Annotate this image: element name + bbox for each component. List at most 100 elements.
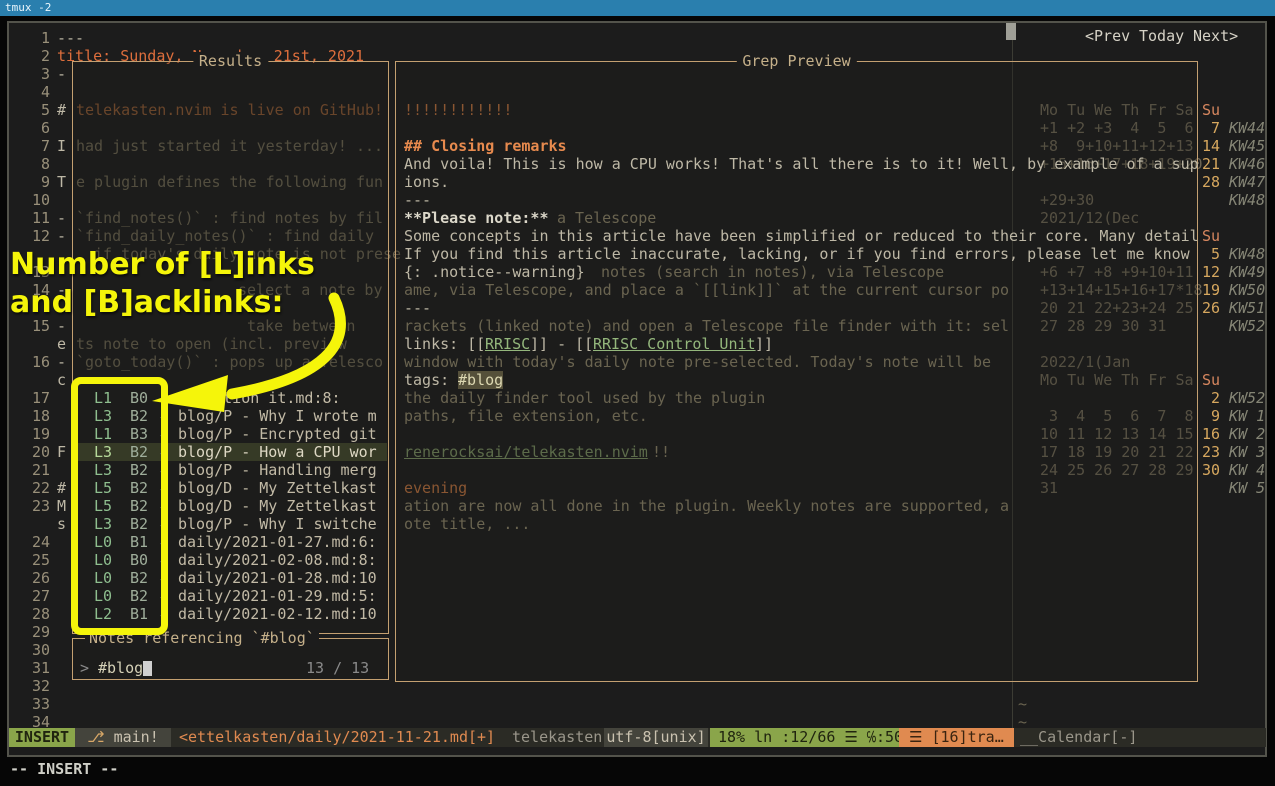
buffer-text-fragment: c bbox=[57, 371, 66, 389]
calendar-date[interactable]: 26 bbox=[1200, 299, 1220, 317]
calendar-week-number: KW 3 bbox=[1229, 443, 1265, 461]
backlinks-count: B2 bbox=[130, 569, 148, 587]
links-count: L1 bbox=[94, 389, 112, 407]
result-item[interactable]: L1B0⬇i mention it.md:8: bbox=[74, 389, 387, 407]
result-item[interactable]: L1B3⬇blog/P - Encrypted git bbox=[74, 425, 387, 443]
result-text: blog/D - My Zettelkast bbox=[178, 479, 377, 497]
result-item[interactable]: L0B2⬇daily/2021-01-28.md:10 bbox=[74, 569, 387, 587]
backlinks-count: B2 bbox=[130, 479, 148, 497]
calendar-week-number: KW 1 bbox=[1229, 407, 1265, 425]
preview-text: ation are now all done in the plugin. We… bbox=[404, 497, 1009, 515]
calendar-week-number: KW44 bbox=[1229, 119, 1265, 137]
links-count: L3 bbox=[94, 407, 112, 425]
line-number: 11 bbox=[22, 209, 50, 227]
calendar-date[interactable]: 9 bbox=[1200, 407, 1220, 425]
branch-name: main! bbox=[114, 728, 159, 746]
calendar-window-status: __Calendar[-] bbox=[1020, 728, 1137, 747]
line-number: 20 bbox=[22, 443, 50, 461]
preview-text: paths, file extension, etc. bbox=[404, 407, 648, 425]
result-text: daily/2021-02-08.md:8: bbox=[178, 551, 377, 569]
result-item[interactable]: L0B1⬇daily/2021-01-27.md:6: bbox=[74, 533, 387, 551]
result-text: daily/2021-01-27.md:6: bbox=[178, 533, 377, 551]
backlinks-count: B2 bbox=[130, 407, 148, 425]
preview-text: !! bbox=[652, 443, 670, 461]
buffer-text-fragment: M bbox=[57, 497, 66, 515]
line-number: 12 bbox=[22, 227, 50, 245]
preview-text: RRISC bbox=[485, 335, 530, 353]
prompt-window-title: Notes referencing `#blog` bbox=[85, 629, 319, 647]
calendar-date[interactable]: 21 bbox=[1200, 155, 1220, 173]
preview-window-title: Grep Preview bbox=[736, 52, 856, 70]
result-item[interactable]: L3B2⬇blog/P - Why I switche bbox=[74, 515, 387, 533]
buffer-indicator: ☰ [16]tra… bbox=[899, 728, 1014, 747]
line-number: 8 bbox=[22, 155, 50, 173]
calendar-week-number: KW52 bbox=[1229, 389, 1265, 407]
result-item[interactable]: L0B0⬇daily/2021-02-08.md:8: bbox=[74, 551, 387, 569]
calendar-date[interactable]: 23 bbox=[1200, 443, 1220, 461]
down-arrow-icon: ⬇ bbox=[158, 515, 167, 533]
backlinks-count: B2 bbox=[130, 587, 148, 605]
mode-indicator: INSERT bbox=[9, 728, 75, 747]
result-item[interactable]: L3B2⬇blog/P - Handling merg bbox=[74, 461, 387, 479]
line-number: 9 bbox=[22, 173, 50, 191]
line-number: 32 bbox=[22, 677, 50, 695]
down-arrow-icon: ⬇ bbox=[158, 533, 167, 551]
calendar-date[interactable]: 7 bbox=[1200, 119, 1220, 137]
result-text: daily/2021-01-28.md:10 bbox=[178, 569, 377, 587]
calendar-date[interactable]: 19 bbox=[1200, 281, 1220, 299]
calendar-today-button[interactable]: Today bbox=[1139, 27, 1184, 45]
search-input[interactable]: #blog bbox=[98, 659, 143, 677]
calendar-prev-button[interactable]: <Prev bbox=[1085, 27, 1130, 45]
links-count: L3 bbox=[94, 515, 112, 533]
backlinks-count: B1 bbox=[130, 533, 148, 551]
line-number: 1 bbox=[22, 29, 50, 47]
calendar-date[interactable]: 2 bbox=[1200, 389, 1220, 407]
result-item[interactable]: L3B2⬇blog/P - Why I wrote m bbox=[74, 407, 387, 425]
buffer-text-fragment: - bbox=[57, 227, 66, 245]
buffer-text-fragment: - bbox=[57, 353, 66, 371]
preview-text: ]] bbox=[755, 335, 773, 353]
calendar-next-button[interactable]: Next> bbox=[1193, 27, 1238, 45]
down-arrow-icon: ⬇ bbox=[158, 389, 167, 407]
preview-text: ## Closing remarks bbox=[404, 137, 567, 155]
result-item[interactable]: L0 B2 ⬇ daily/2021-01-29.md:5: bbox=[74, 587, 387, 605]
line-number: 31 bbox=[22, 659, 50, 677]
calendar-date[interactable]: 28 bbox=[1200, 173, 1220, 191]
annotation-line1: Number of [L]inks bbox=[10, 246, 315, 284]
preview-text: a Telescope bbox=[557, 209, 656, 227]
file-encoding: utf-8[unix] bbox=[604, 728, 708, 747]
result-text: blog/D - My Zettelkast bbox=[178, 497, 377, 515]
preview-text: ions. bbox=[404, 173, 449, 191]
preview-text: **Please note:** bbox=[404, 209, 549, 227]
buffer-text-fragment: T bbox=[57, 173, 66, 191]
calendar-week-number: KW50 bbox=[1229, 281, 1265, 299]
calendar-date[interactable]: 30 bbox=[1200, 461, 1220, 479]
calendar-date[interactable]: 14 bbox=[1200, 137, 1220, 155]
links-count: L0 bbox=[94, 587, 112, 605]
calendar-date[interactable]: 12 bbox=[1200, 263, 1220, 281]
file-path: <ettelkasten/daily/2021-11-21.md[+] bbox=[179, 728, 495, 747]
calendar-week-number: KW51 bbox=[1229, 299, 1265, 317]
down-arrow-icon: ⬇ bbox=[158, 587, 167, 605]
line-number: 18 bbox=[22, 407, 50, 425]
links-count: L3 bbox=[94, 443, 112, 461]
calendar-week-number: KW 2 bbox=[1229, 425, 1265, 443]
calendar-date[interactable]: 16 bbox=[1200, 425, 1220, 443]
down-arrow-icon: ⬇ bbox=[158, 497, 167, 515]
down-arrow-icon: ⬇ bbox=[158, 443, 167, 461]
calendar-date[interactable]: 5 bbox=[1200, 245, 1220, 263]
down-arrow-icon: ⬇ bbox=[158, 461, 167, 479]
result-item[interactable]: L2B1⬇daily/2021-02-12.md:10 bbox=[74, 605, 387, 623]
down-arrow-icon: ⬇ bbox=[158, 407, 167, 425]
result-item[interactable]: L5B2⬇blog/D - My Zettelkast bbox=[74, 497, 387, 515]
command-line-mode: -- INSERT -- bbox=[10, 760, 118, 778]
result-text: daily/2021-01-29.md:5: bbox=[178, 587, 377, 605]
results-window-title: Results bbox=[193, 52, 268, 70]
buffer-text-fragment: # bbox=[57, 479, 66, 497]
result-counter: 13 / 13 bbox=[306, 659, 369, 677]
result-item[interactable]: L5B2⬇blog/D - My Zettelkast bbox=[74, 479, 387, 497]
preview-text: rackets (linked note) and open a Telesco… bbox=[404, 317, 1009, 335]
result-item[interactable]: L3B2⬇blog/P - How a CPU wor bbox=[74, 443, 387, 461]
result-text: blog/P - Handling merg bbox=[178, 461, 377, 479]
annotation-line2: and [B]acklinks: bbox=[10, 284, 315, 322]
